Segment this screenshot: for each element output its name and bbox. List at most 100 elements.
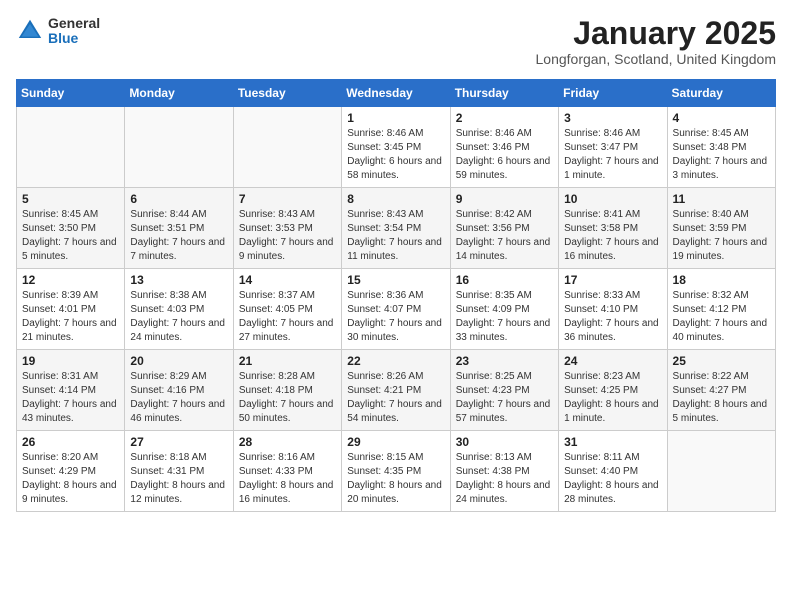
day-number: 4 — [673, 111, 770, 125]
day-cell: 23 Sunrise: 8:25 AMSunset: 4:23 PMDayligh… — [450, 350, 558, 431]
day-cell: 19Sunrise: 8:31 AMSunset: 4:14 PMDayligh… — [17, 350, 125, 431]
day-cell: 5Sunrise: 8:45 AMSunset: 3:50 PMDaylight… — [17, 188, 125, 269]
day-cell — [17, 107, 125, 188]
day-cell: 20Sunrise: 8:29 AMSunset: 4:16 PMDayligh… — [125, 350, 233, 431]
day-number: 18 — [673, 273, 770, 287]
day-number: 21 — [239, 354, 336, 368]
day-info: Sunrise: 8:42 AMSunset: 3:56 PMDaylight:… — [456, 208, 553, 264]
day-cell: 13Sunrise: 8:38 AMSunset: 4:03 PMDayligh… — [125, 269, 233, 350]
header-saturday: Saturday — [667, 80, 775, 107]
day-info: Sunrise: 8:46 AMSunset: 3:46 PMDaylight:… — [456, 127, 553, 183]
day-cell: 17 Sunrise: 8:33 AMSunset: 4:10 PMDayligh… — [559, 269, 667, 350]
day-cell — [667, 431, 775, 512]
calendar-header-row: SundayMondayTuesdayWednesdayThursdayFrid… — [17, 80, 776, 107]
day-info: Sunrise: 8:33 AMSunset: 4:10 PMDaylight:… — [564, 289, 661, 345]
day-cell: 15 Sunrise: 8:36 AMSunset: 4:07 PMDayligh… — [342, 269, 450, 350]
day-info: Sunrise: 8:40 AMSunset: 3:59 PMDaylight:… — [673, 208, 770, 264]
logo-blue: Blue — [48, 31, 100, 46]
week-row-5: 26 Sunrise: 8:20 AMSunset: 4:29 PMDayligh… — [17, 431, 776, 512]
header-sunday: Sunday — [17, 80, 125, 107]
day-cell: 2 Sunrise: 8:46 AMSunset: 3:46 PMDaylight… — [450, 107, 558, 188]
day-number: 25 — [673, 354, 770, 368]
day-number: 27 — [130, 435, 227, 449]
day-cell: 27 Sunrise: 8:18 AMSunset: 4:31 PMDayligh… — [125, 431, 233, 512]
header-monday: Monday — [125, 80, 233, 107]
logo-icon — [16, 17, 44, 45]
month-title: January 2025 — [536, 16, 777, 51]
header-thursday: Thursday — [450, 80, 558, 107]
day-number: 28 — [239, 435, 336, 449]
day-info: Sunrise: 8:28 AMSunset: 4:18 PMDaylight:… — [239, 370, 336, 426]
day-cell: 31 Sunrise: 8:11 AMSunset: 4:40 PMDayligh… — [559, 431, 667, 512]
day-info: Sunrise: 8:43 AMSunset: 3:53 PMDaylight:… — [239, 208, 336, 264]
day-info: Sunrise: 8:46 AMSunset: 3:47 PMDaylight:… — [564, 127, 661, 183]
day-number: 12 — [22, 273, 119, 287]
day-number: 17 — [564, 273, 661, 287]
day-number: 13 — [130, 273, 227, 287]
day-number: 10 — [564, 192, 661, 206]
location: Longforgan, Scotland, United Kingdom — [536, 51, 777, 67]
day-cell: 16Sunrise: 8:35 AMSunset: 4:09 PMDayligh… — [450, 269, 558, 350]
day-info: Sunrise: 8:41 AMSunset: 3:58 PMDaylight:… — [564, 208, 661, 264]
day-info: Sunrise: 8:46 AMSunset: 3:45 PMDaylight:… — [347, 127, 444, 183]
day-number: 29 — [347, 435, 444, 449]
day-cell: 26 Sunrise: 8:20 AMSunset: 4:29 PMDayligh… — [17, 431, 125, 512]
day-info: Sunrise: 8:26 AMSunset: 4:21 PMDaylight:… — [347, 370, 444, 426]
day-cell: 28 Sunrise: 8:16 AMSunset: 4:33 PMDayligh… — [233, 431, 341, 512]
day-cell: 21 Sunrise: 8:28 AMSunset: 4:18 PMDayligh… — [233, 350, 341, 431]
day-info: Sunrise: 8:23 AMSunset: 4:25 PMDaylight:… — [564, 370, 661, 426]
page-header: General Blue January 2025 Longforgan, Sc… — [16, 16, 776, 67]
week-row-3: 12 Sunrise: 8:39 AMSunset: 4:01 PMDayligh… — [17, 269, 776, 350]
day-number: 26 — [22, 435, 119, 449]
day-info: Sunrise: 8:16 AMSunset: 4:33 PMDaylight:… — [239, 451, 336, 507]
day-info: Sunrise: 8:32 AMSunset: 4:12 PMDaylight:… — [673, 289, 770, 345]
day-info: Sunrise: 8:45 AMSunset: 3:48 PMDaylight:… — [673, 127, 770, 183]
day-number: 16 — [456, 273, 553, 287]
day-cell: 8 Sunrise: 8:43 AMSunset: 3:54 PMDaylight… — [342, 188, 450, 269]
day-cell — [233, 107, 341, 188]
day-number: 9 — [456, 192, 553, 206]
day-info: Sunrise: 8:36 AMSunset: 4:07 PMDaylight:… — [347, 289, 444, 345]
day-number: 3 — [564, 111, 661, 125]
day-number: 22 — [347, 354, 444, 368]
day-number: 31 — [564, 435, 661, 449]
day-info: Sunrise: 8:15 AMSunset: 4:35 PMDaylight:… — [347, 451, 444, 507]
day-info: Sunrise: 8:13 AMSunset: 4:38 PMDaylight:… — [456, 451, 553, 507]
day-info: Sunrise: 8:43 AMSunset: 3:54 PMDaylight:… — [347, 208, 444, 264]
day-number: 15 — [347, 273, 444, 287]
calendar-table: SundayMondayTuesdayWednesdayThursdayFrid… — [16, 79, 776, 512]
day-cell: 22 Sunrise: 8:26 AMSunset: 4:21 PMDayligh… — [342, 350, 450, 431]
day-number: 7 — [239, 192, 336, 206]
header-tuesday: Tuesday — [233, 80, 341, 107]
day-cell: 18 Sunrise: 8:32 AMSunset: 4:12 PMDayligh… — [667, 269, 775, 350]
day-cell: 4 Sunrise: 8:45 AMSunset: 3:48 PMDaylight… — [667, 107, 775, 188]
day-info: Sunrise: 8:18 AMSunset: 4:31 PMDaylight:… — [130, 451, 227, 507]
day-number: 2 — [456, 111, 553, 125]
header-wednesday: Wednesday — [342, 80, 450, 107]
day-cell: 6 Sunrise: 8:44 AMSunset: 3:51 PMDaylight… — [125, 188, 233, 269]
header-friday: Friday — [559, 80, 667, 107]
day-info: Sunrise: 8:25 AMSunset: 4:23 PMDaylight:… — [456, 370, 553, 426]
day-number: 8 — [347, 192, 444, 206]
day-number: 20 — [130, 354, 227, 368]
day-cell: 12 Sunrise: 8:39 AMSunset: 4:01 PMDayligh… — [17, 269, 125, 350]
day-cell: 11Sunrise: 8:40 AMSunset: 3:59 PMDayligh… — [667, 188, 775, 269]
day-cell: 7 Sunrise: 8:43 AMSunset: 3:53 PMDaylight… — [233, 188, 341, 269]
day-cell: 14Sunrise: 8:37 AMSunset: 4:05 PMDayligh… — [233, 269, 341, 350]
day-cell: 1 Sunrise: 8:46 AMSunset: 3:45 PMDaylight… — [342, 107, 450, 188]
day-info: Sunrise: 8:39 AMSunset: 4:01 PMDaylight:… — [22, 289, 119, 345]
week-row-4: 19Sunrise: 8:31 AMSunset: 4:14 PMDayligh… — [17, 350, 776, 431]
week-row-1: 1 Sunrise: 8:46 AMSunset: 3:45 PMDaylight… — [17, 107, 776, 188]
day-number: 23 — [456, 354, 553, 368]
day-number: 1 — [347, 111, 444, 125]
day-number: 14 — [239, 273, 336, 287]
title-block: January 2025 Longforgan, Scotland, Unite… — [536, 16, 777, 67]
day-info: Sunrise: 8:11 AMSunset: 4:40 PMDaylight:… — [564, 451, 661, 507]
day-number: 6 — [130, 192, 227, 206]
day-cell: 30Sunrise: 8:13 AMSunset: 4:38 PMDayligh… — [450, 431, 558, 512]
logo-text: General Blue — [48, 16, 100, 47]
logo: General Blue — [16, 16, 100, 47]
day-info: Sunrise: 8:22 AMSunset: 4:27 PMDaylight:… — [673, 370, 770, 426]
day-info: Sunrise: 8:20 AMSunset: 4:29 PMDaylight:… — [22, 451, 119, 507]
day-info: Sunrise: 8:44 AMSunset: 3:51 PMDaylight:… — [130, 208, 227, 264]
